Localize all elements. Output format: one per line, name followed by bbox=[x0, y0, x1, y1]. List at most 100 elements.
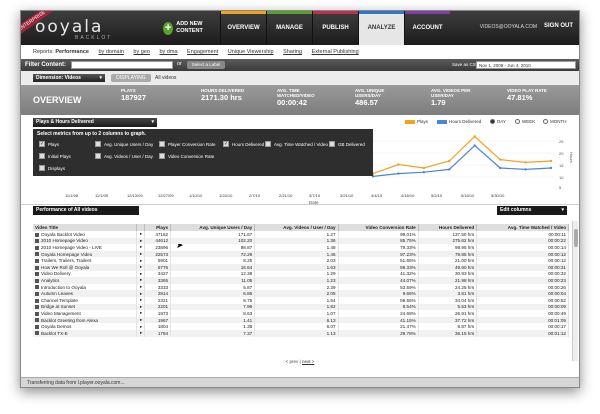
expand-arrow[interactable]: ▸ bbox=[136, 283, 146, 291]
tab-manage[interactable]: MANAGE bbox=[266, 11, 312, 45]
column-header[interactable]: Video Title bbox=[33, 224, 138, 231]
checkbox-player-conversion[interactable]: Player Conversion Rate bbox=[159, 141, 216, 147]
table-row[interactable]: Autumn Leaves ▸ 2814 6.86 2.05 9.66% 3.81 hrs 0… bbox=[33, 290, 569, 297]
table-scrollbar[interactable] bbox=[572, 221, 578, 361]
table-row[interactable]: Introduction to Ooyala ▸ 3333 5.87 2.39 53.59… bbox=[33, 283, 569, 291]
video-title-cell[interactable]: Channel Template bbox=[33, 296, 138, 304]
table-row[interactable]: Backlot TX-E ▸ 1794 7.37 1.13 29.78% 36.15 hrs… bbox=[33, 329, 569, 337]
save-csv-link[interactable]: Save as CSV bbox=[452, 62, 479, 67]
report-link-dma[interactable]: by dma bbox=[159, 49, 177, 55]
checkbox-initial-plays[interactable]: Initial Plays bbox=[39, 153, 71, 159]
select-label-button[interactable]: Select a Label bbox=[187, 61, 225, 69]
expand-arrow[interactable]: ▸ bbox=[136, 237, 146, 245]
expand-arrow[interactable]: ▸ bbox=[136, 316, 146, 324]
granularity-week[interactable]: WEEK bbox=[515, 119, 535, 124]
video-title-cell[interactable]: Ooyala Backlot Video bbox=[33, 231, 138, 238]
column-header[interactable]: Hours Delivered bbox=[418, 224, 478, 231]
video-title-cell[interactable]: Trailers, Trailers, Trailers bbox=[33, 257, 138, 264]
table-row[interactable]: Ooyala Backlot Video ▸ 47162 171.67 1.27 99.0… bbox=[33, 231, 569, 238]
expand-arrow[interactable]: ▸ bbox=[136, 303, 146, 311]
tab-account[interactable]: ACCOUNT bbox=[404, 11, 450, 45]
ooyala-logo[interactable]: ooyala bbox=[35, 17, 103, 37]
report-link-external-publishing[interactable]: External Publishing bbox=[312, 49, 359, 55]
checkbox-displays[interactable]: Displays bbox=[39, 165, 65, 171]
table-row[interactable]: Bridge at Sunset ▸ 2201 7.96 1.82 9.54% 5.53 h… bbox=[33, 303, 569, 311]
table-cell: 8.75 bbox=[170, 296, 256, 304]
expand-arrow[interactable]: ▸ bbox=[136, 250, 146, 258]
video-title-cell[interactable]: Video Delivery bbox=[33, 270, 138, 278]
dimension-select[interactable]: Dimension: Videos ▾ bbox=[33, 74, 105, 82]
column-header[interactable]: Avg. Time Watched / Video bbox=[476, 224, 569, 231]
expand-arrow[interactable]: ▸ bbox=[136, 329, 146, 337]
video-title-cell[interactable]: Backlot TX-E bbox=[33, 329, 138, 337]
table-row[interactable]: Video Delivery ▸ 3427 12.38 1.29 41.32% 30.83 … bbox=[33, 270, 569, 278]
video-title-cell[interactable]: Video Management bbox=[33, 310, 138, 317]
report-link-domain[interactable]: by domain bbox=[99, 49, 124, 55]
column-header[interactable] bbox=[136, 224, 146, 231]
filter-content-input[interactable] bbox=[71, 61, 173, 69]
table-row[interactable]: 2010 Homepage Video - LIVE ▸ 23896 98.87 1.4… bbox=[33, 244, 569, 251]
video-title-cell[interactable]: Ooyala Demos bbox=[33, 323, 138, 330]
table-row[interactable]: 2010 Homepage Video ▸ 44612 102.20 1.36 85.75… bbox=[33, 237, 569, 245]
granularity-day[interactable]: DAY bbox=[490, 119, 506, 124]
report-link-geo[interactable]: by geo bbox=[133, 49, 150, 55]
column-header[interactable]: Avg. Unique Users / Day bbox=[170, 224, 256, 231]
chart-metric-dropdown[interactable]: Plays & Hours Delivered ▾ bbox=[33, 118, 157, 127]
checkbox-avg-unique-users[interactable]: Avg. Unique Users / Day bbox=[95, 141, 153, 147]
video-title-cell[interactable]: Analytics bbox=[33, 277, 138, 284]
checkbox-hours-delivered[interactable]: ✓ Hours Delivered bbox=[223, 141, 264, 147]
next-link[interactable]: next > bbox=[302, 359, 314, 364]
checkbox-gb-delivered[interactable]: GB Delivered bbox=[329, 141, 365, 147]
x-tick: 11/1/09 bbox=[95, 193, 109, 198]
video-title-cell[interactable]: Introduction to Ooyala bbox=[33, 283, 138, 291]
granularity-month[interactable]: MONTH bbox=[543, 119, 567, 124]
expand-arrow[interactable]: ▸ bbox=[136, 310, 146, 317]
expand-arrow[interactable]: ▸ bbox=[136, 277, 146, 284]
expand-arrow[interactable]: ▸ bbox=[136, 270, 146, 278]
video-title-cell[interactable]: Backlot Greeting from Alexa bbox=[33, 316, 138, 324]
video-title-cell[interactable]: Ooyala Homepage Video bbox=[33, 250, 138, 258]
table-row[interactable]: Backlot Greeting from Alexa ▸ 1967 1.41 6.13… bbox=[33, 316, 569, 324]
tab-label: MANAGE bbox=[276, 25, 303, 31]
table-row[interactable]: Ooyala Homepage Video ▸ 22573 72.29 1.46 97.2… bbox=[33, 250, 569, 258]
checkbox-video-conversion[interactable]: Video Conversion Rate bbox=[159, 153, 214, 159]
column-header[interactable]: Avg. Videos / User / Day bbox=[254, 224, 339, 231]
expand-arrow[interactable]: ▸ bbox=[136, 296, 146, 304]
video-title-cell[interactable]: Bridge at Sunset bbox=[33, 303, 138, 311]
table-row[interactable]: Video Management ▸ 1973 8.63 1.07 24.68% 26.91… bbox=[33, 310, 569, 317]
expand-arrow[interactable]: ▸ bbox=[136, 263, 146, 271]
video-title-cell[interactable]: How We Roll @ Ooyala bbox=[33, 263, 138, 271]
tab-analyze[interactable]: ANALYZE bbox=[358, 11, 404, 45]
column-header[interactable]: Video Conversion Rate bbox=[338, 224, 419, 231]
add-new-content-button[interactable]: + ADD NEW CONTENT bbox=[157, 11, 219, 45]
expand-arrow[interactable]: ▸ bbox=[136, 323, 146, 330]
edit-columns-dropdown[interactable]: Edit columns ▾ bbox=[497, 206, 567, 215]
expand-arrow[interactable]: ▸ bbox=[136, 257, 146, 264]
tab-overview[interactable]: OVERVIEW bbox=[220, 11, 266, 45]
checkbox-avg-time-watched[interactable]: Avg. Time Watched / Video bbox=[265, 141, 328, 147]
report-link-sharing[interactable]: Sharing bbox=[283, 49, 302, 55]
video-title-cell[interactable]: Autumn Leaves bbox=[33, 290, 138, 297]
video-title-cell[interactable]: 2010 Homepage Video bbox=[33, 237, 138, 245]
prev-link[interactable]: < prev bbox=[286, 359, 299, 364]
expand-arrow[interactable]: ▸ bbox=[136, 231, 146, 238]
column-header[interactable]: Plays bbox=[144, 224, 172, 231]
table-row[interactable]: How We Roll @ Ooyala ▸ 5776 16.64 1.63 59.33%… bbox=[33, 263, 569, 271]
checkbox-label: Video Conversion Rate bbox=[168, 153, 215, 159]
table-row[interactable]: Ooyala Demos ▸ 1804 1.38 6.07 21.47% 8.87 hrs 0… bbox=[33, 323, 569, 330]
date-range-field[interactable]: Nov 1, 2008 - Jun 4, 2010 bbox=[476, 61, 576, 69]
expand-arrow[interactable]: ▸ bbox=[136, 290, 146, 297]
table-row[interactable]: Analytics ▸ 3365 11.05 1.23 44.07% 21.98 hrs 00… bbox=[33, 277, 569, 284]
tab-publish[interactable]: PUBLISH bbox=[312, 11, 358, 45]
table-row[interactable]: Trailers, Trailers, Trailers ▸ 5901 8.25 2.0… bbox=[33, 257, 569, 264]
video-title-cell[interactable]: 2010 Homepage Video - LIVE bbox=[33, 244, 138, 251]
scrollbar-thumb[interactable] bbox=[574, 229, 578, 247]
report-link-engagement[interactable]: Engagement bbox=[187, 49, 218, 55]
checkbox-avg-videos-user[interactable]: Avg. Videos / User / Day bbox=[95, 153, 153, 159]
checkbox-plays[interactable]: ✓ Plays bbox=[39, 141, 59, 147]
table-row[interactable]: Channel Template ▸ 2321 8.75 1.54 59.55% 34.04… bbox=[33, 296, 569, 304]
table-cell: 99.01% bbox=[338, 231, 419, 238]
sign-out-link[interactable]: SIGN OUT bbox=[544, 23, 573, 29]
report-link-unique-viewership[interactable]: Unique Viewership bbox=[228, 49, 274, 55]
expand-arrow[interactable]: ▸ bbox=[136, 244, 146, 251]
